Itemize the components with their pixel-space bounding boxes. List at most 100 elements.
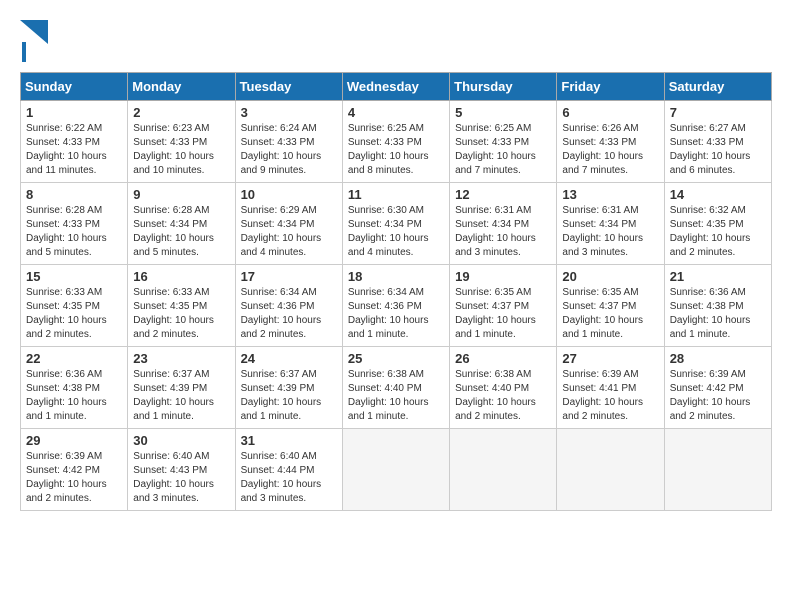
calendar-day-cell: 2 Sunrise: 6:23 AM Sunset: 4:33 PM Daylig… (128, 101, 235, 183)
day-number: 14 (670, 187, 766, 202)
calendar-week-row: 22 Sunrise: 6:36 AM Sunset: 4:38 PM Dayli… (21, 347, 772, 429)
calendar-week-row: 1 Sunrise: 6:22 AM Sunset: 4:33 PM Daylig… (21, 101, 772, 183)
day-number: 22 (26, 351, 122, 366)
day-number: 11 (348, 187, 444, 202)
day-info: Sunrise: 6:32 AM Sunset: 4:35 PM Dayligh… (670, 204, 766, 260)
day-info: Sunrise: 6:40 AM Sunset: 4:44 PM Dayligh… (241, 450, 337, 506)
calendar-day-cell: 23 Sunrise: 6:37 AM Sunset: 4:39 PM Dayli… (128, 347, 235, 429)
day-info: Sunrise: 6:34 AM Sunset: 4:36 PM Dayligh… (348, 286, 444, 342)
calendar-day-cell: 11 Sunrise: 6:30 AM Sunset: 4:34 PM Dayli… (342, 183, 449, 265)
day-number: 1 (26, 105, 122, 120)
day-number: 24 (241, 351, 337, 366)
day-info: Sunrise: 6:31 AM Sunset: 4:34 PM Dayligh… (562, 204, 658, 260)
calendar-day-cell: 29 Sunrise: 6:39 AM Sunset: 4:42 PM Dayli… (21, 429, 128, 511)
day-number: 20 (562, 269, 658, 284)
day-number: 13 (562, 187, 658, 202)
day-info: Sunrise: 6:25 AM Sunset: 4:33 PM Dayligh… (348, 122, 444, 178)
calendar-day-cell: 3 Sunrise: 6:24 AM Sunset: 4:33 PM Daylig… (235, 101, 342, 183)
calendar-day-cell: 6Sunrise: 6:26 AM Sunset: 4:33 PM Daylig… (557, 101, 664, 183)
logo (20, 20, 48, 62)
day-info: Sunrise: 6:39 AM Sunset: 4:42 PM Dayligh… (26, 450, 122, 506)
day-of-week-header: Sunday (21, 73, 128, 101)
day-number: 4 (348, 105, 444, 120)
day-number: 7 (670, 105, 766, 120)
calendar-week-row: 15Sunrise: 6:33 AM Sunset: 4:35 PM Dayli… (21, 265, 772, 347)
day-number: 25 (348, 351, 444, 366)
calendar-day-cell (664, 429, 771, 511)
day-of-week-header: Saturday (664, 73, 771, 101)
calendar-day-cell: 13 Sunrise: 6:31 AM Sunset: 4:34 PM Dayli… (557, 183, 664, 265)
day-number: 10 (241, 187, 337, 202)
calendar-day-cell: 20Sunrise: 6:35 AM Sunset: 4:37 PM Dayli… (557, 265, 664, 347)
calendar-day-cell: 26 Sunrise: 6:38 AM Sunset: 4:40 PM Dayli… (450, 347, 557, 429)
header-row: SundayMondayTuesdayWednesdayThursdayFrid… (21, 73, 772, 101)
day-number: 31 (241, 433, 337, 448)
day-number: 21 (670, 269, 766, 284)
calendar-day-cell: 7 Sunrise: 6:27 AM Sunset: 4:33 PM Daylig… (664, 101, 771, 183)
day-info: Sunrise: 6:37 AM Sunset: 4:39 PM Dayligh… (133, 368, 229, 424)
day-info: Sunrise: 6:27 AM Sunset: 4:33 PM Dayligh… (670, 122, 766, 178)
day-info: Sunrise: 6:36 AM Sunset: 4:38 PM Dayligh… (26, 368, 122, 424)
page-header (20, 20, 772, 62)
day-number: 28 (670, 351, 766, 366)
day-number: 8 (26, 187, 122, 202)
day-number: 26 (455, 351, 551, 366)
day-info: Sunrise: 6:28 AM Sunset: 4:34 PM Dayligh… (133, 204, 229, 260)
day-number: 17 (241, 269, 337, 284)
calendar-week-row: 8 Sunrise: 6:28 AM Sunset: 4:33 PM Daylig… (21, 183, 772, 265)
day-info: Sunrise: 6:22 AM Sunset: 4:33 PM Dayligh… (26, 122, 122, 178)
day-number: 16 (133, 269, 229, 284)
calendar-body: 1 Sunrise: 6:22 AM Sunset: 4:33 PM Daylig… (21, 101, 772, 511)
day-of-week-header: Thursday (450, 73, 557, 101)
day-info: Sunrise: 6:36 AM Sunset: 4:38 PM Dayligh… (670, 286, 766, 342)
day-info: Sunrise: 6:28 AM Sunset: 4:33 PM Dayligh… (26, 204, 122, 260)
day-number: 9 (133, 187, 229, 202)
calendar-day-cell: 17 Sunrise: 6:34 AM Sunset: 4:36 PM Dayli… (235, 265, 342, 347)
calendar-day-cell (450, 429, 557, 511)
day-number: 23 (133, 351, 229, 366)
calendar-day-cell: 21 Sunrise: 6:36 AM Sunset: 4:38 PM Dayli… (664, 265, 771, 347)
calendar-day-cell: 5 Sunrise: 6:25 AM Sunset: 4:33 PM Daylig… (450, 101, 557, 183)
day-number: 6 (562, 105, 658, 120)
day-info: Sunrise: 6:30 AM Sunset: 4:34 PM Dayligh… (348, 204, 444, 260)
day-number: 3 (241, 105, 337, 120)
day-info: Sunrise: 6:37 AM Sunset: 4:39 PM Dayligh… (241, 368, 337, 424)
day-info: Sunrise: 6:38 AM Sunset: 4:40 PM Dayligh… (455, 368, 551, 424)
day-info: Sunrise: 6:33 AM Sunset: 4:35 PM Dayligh… (133, 286, 229, 342)
day-info: Sunrise: 6:25 AM Sunset: 4:33 PM Dayligh… (455, 122, 551, 178)
day-info: Sunrise: 6:34 AM Sunset: 4:36 PM Dayligh… (241, 286, 337, 342)
day-info: Sunrise: 6:23 AM Sunset: 4:33 PM Dayligh… (133, 122, 229, 178)
day-number: 29 (26, 433, 122, 448)
day-number: 5 (455, 105, 551, 120)
day-info: Sunrise: 6:33 AM Sunset: 4:35 PM Dayligh… (26, 286, 122, 342)
day-number: 2 (133, 105, 229, 120)
calendar-day-cell: 28Sunrise: 6:39 AM Sunset: 4:42 PM Dayli… (664, 347, 771, 429)
calendar-day-cell: 25 Sunrise: 6:38 AM Sunset: 4:40 PM Dayli… (342, 347, 449, 429)
calendar-day-cell: 10Sunrise: 6:29 AM Sunset: 4:34 PM Dayli… (235, 183, 342, 265)
calendar-day-cell: 19Sunrise: 6:35 AM Sunset: 4:37 PM Dayli… (450, 265, 557, 347)
calendar-day-cell: 1 Sunrise: 6:22 AM Sunset: 4:33 PM Daylig… (21, 101, 128, 183)
day-of-week-header: Friday (557, 73, 664, 101)
day-number: 12 (455, 187, 551, 202)
calendar-table: SundayMondayTuesdayWednesdayThursdayFrid… (20, 72, 772, 511)
calendar-day-cell: 15Sunrise: 6:33 AM Sunset: 4:35 PM Dayli… (21, 265, 128, 347)
day-number: 18 (348, 269, 444, 284)
day-number: 27 (562, 351, 658, 366)
day-info: Sunrise: 6:24 AM Sunset: 4:33 PM Dayligh… (241, 122, 337, 178)
calendar-day-cell: 14 Sunrise: 6:32 AM Sunset: 4:35 PM Dayli… (664, 183, 771, 265)
day-info: Sunrise: 6:38 AM Sunset: 4:40 PM Dayligh… (348, 368, 444, 424)
calendar-day-cell: 9 Sunrise: 6:28 AM Sunset: 4:34 PM Daylig… (128, 183, 235, 265)
calendar-day-cell: 31 Sunrise: 6:40 AM Sunset: 4:44 PM Dayli… (235, 429, 342, 511)
day-info: Sunrise: 6:31 AM Sunset: 4:34 PM Dayligh… (455, 204, 551, 260)
day-number: 30 (133, 433, 229, 448)
day-of-week-header: Monday (128, 73, 235, 101)
day-of-week-header: Wednesday (342, 73, 449, 101)
day-of-week-header: Tuesday (235, 73, 342, 101)
calendar-week-row: 29 Sunrise: 6:39 AM Sunset: 4:42 PM Dayli… (21, 429, 772, 511)
logo-arrow-icon (20, 20, 48, 44)
calendar-day-cell: 8 Sunrise: 6:28 AM Sunset: 4:33 PM Daylig… (21, 183, 128, 265)
day-info: Sunrise: 6:35 AM Sunset: 4:37 PM Dayligh… (455, 286, 551, 342)
day-info: Sunrise: 6:40 AM Sunset: 4:43 PM Dayligh… (133, 450, 229, 506)
calendar-day-cell: 18 Sunrise: 6:34 AM Sunset: 4:36 PM Dayli… (342, 265, 449, 347)
calendar-day-cell: 30 Sunrise: 6:40 AM Sunset: 4:43 PM Dayli… (128, 429, 235, 511)
